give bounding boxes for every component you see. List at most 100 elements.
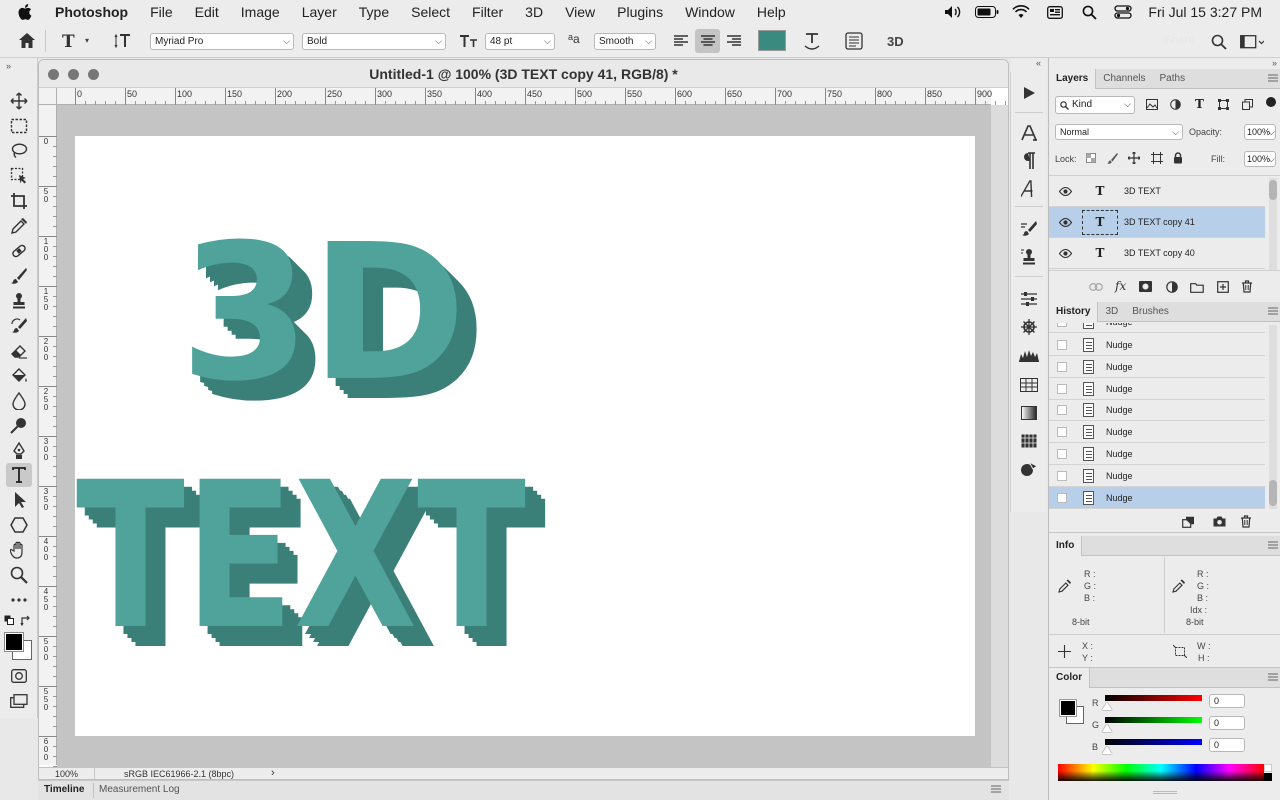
eye-icon[interactable] bbox=[1059, 218, 1072, 227]
keyboard-icon[interactable] bbox=[1038, 0, 1072, 24]
font-family-select[interactable]: Myriad Pro ⌵ bbox=[150, 33, 294, 50]
info-bit-depth[interactable]: 8-bit bbox=[1072, 617, 1090, 627]
glyphs-icon[interactable] bbox=[1018, 178, 1040, 200]
eyedropper-icon[interactable] bbox=[1058, 579, 1072, 593]
tab-channels[interactable]: Channels bbox=[1096, 69, 1152, 89]
link-layers-icon[interactable] bbox=[1089, 283, 1103, 291]
zoom-level[interactable]: 100% bbox=[55, 769, 78, 779]
app-menu[interactable]: Photoshop bbox=[43, 4, 139, 20]
color-spectrum-ramp[interactable] bbox=[1058, 764, 1264, 781]
panel-resize-grip[interactable] bbox=[1153, 791, 1177, 794]
scroll-thumb[interactable] bbox=[1269, 480, 1277, 506]
red-slider-handle[interactable] bbox=[1102, 702, 1112, 710]
default-colors-icon[interactable] bbox=[4, 615, 14, 625]
brush-settings-icon[interactable] bbox=[1018, 218, 1040, 240]
document-title-bar[interactable]: Untitled-1 @ 100% (3D TEXT copy 41, RGB/… bbox=[39, 60, 1008, 88]
menu-type[interactable]: Type bbox=[348, 4, 400, 20]
history-source-checkbox[interactable] bbox=[1057, 405, 1067, 415]
layer-style-icon[interactable]: fx bbox=[1115, 279, 1126, 293]
menu-filter[interactable]: Filter bbox=[461, 4, 514, 20]
tab-measurement-log[interactable]: Measurement Log bbox=[99, 784, 180, 795]
marquee-tool-icon[interactable] bbox=[6, 114, 32, 138]
menu-edit[interactable]: Edit bbox=[184, 4, 230, 20]
control-center-icon[interactable] bbox=[1106, 0, 1140, 24]
history-source-checkbox[interactable] bbox=[1057, 471, 1067, 481]
foreground-color-swatch[interactable] bbox=[4, 632, 24, 652]
histogram-icon[interactable] bbox=[1018, 344, 1040, 366]
collapse-icon[interactable]: « bbox=[1011, 58, 1047, 72]
green-slider-handle[interactable] bbox=[1102, 724, 1112, 732]
workspace-icon[interactable] bbox=[1240, 35, 1264, 49]
blend-mode-select[interactable]: Normal ⌵ bbox=[1055, 124, 1183, 140]
zoom-tool-icon[interactable] bbox=[6, 563, 32, 587]
battery-icon[interactable] bbox=[970, 0, 1004, 24]
panel-menu-icon[interactable] bbox=[1261, 673, 1278, 681]
menu-view[interactable]: View bbox=[554, 4, 606, 20]
history-step[interactable]: Nudge bbox=[1049, 465, 1265, 487]
text-orientation-icon[interactable] bbox=[114, 32, 134, 50]
layer-kind-filter[interactable]: Kind ⌵ bbox=[1055, 96, 1135, 114]
object-selection-tool-icon[interactable] bbox=[6, 164, 32, 188]
history-step[interactable]: Nudge bbox=[1049, 334, 1265, 356]
antialias-select[interactable]: Smooth ⌵ bbox=[594, 33, 656, 50]
history-source-checkbox[interactable] bbox=[1057, 384, 1067, 394]
brush-tool-icon[interactable] bbox=[6, 264, 32, 288]
panel-menu-icon[interactable] bbox=[1261, 74, 1278, 82]
menu-image[interactable]: Image bbox=[230, 4, 291, 20]
paragraph-icon[interactable] bbox=[1018, 150, 1040, 172]
share-button[interactable]: Share bbox=[1164, 34, 1195, 46]
lock-artboard-icon[interactable] bbox=[1151, 152, 1163, 164]
delete-layer-icon[interactable] bbox=[1241, 280, 1253, 293]
history-source-checkbox[interactable] bbox=[1057, 323, 1067, 327]
scroll-thumb[interactable] bbox=[1269, 180, 1277, 200]
eye-icon[interactable] bbox=[1059, 249, 1072, 258]
eyedropper-tool-icon[interactable] bbox=[6, 214, 32, 238]
align-left-icon[interactable] bbox=[673, 34, 689, 48]
type-tool-icon[interactable] bbox=[6, 463, 32, 487]
menu-3d[interactable]: 3D bbox=[514, 4, 554, 20]
quick-mask-icon[interactable] bbox=[6, 664, 32, 688]
menu-window[interactable]: Window bbox=[674, 4, 746, 20]
history-scrollbar[interactable] bbox=[1269, 325, 1277, 509]
search-icon[interactable] bbox=[1211, 34, 1227, 50]
lock-all-icon[interactable] bbox=[1173, 152, 1183, 164]
character-panel-icon[interactable] bbox=[845, 32, 863, 50]
status-menu-arrow-icon[interactable]: › bbox=[271, 767, 275, 779]
eyedropper-icon[interactable] bbox=[1172, 579, 1186, 593]
move-tool-icon[interactable] bbox=[6, 89, 32, 113]
wifi-icon[interactable] bbox=[1004, 0, 1038, 24]
filter-shape-icon[interactable] bbox=[1218, 99, 1229, 110]
crop-tool-icon[interactable] bbox=[6, 189, 32, 213]
delete-state-icon[interactable] bbox=[1240, 515, 1252, 528]
red-slider-track[interactable] bbox=[1105, 695, 1202, 701]
lasso-tool-icon[interactable] bbox=[6, 139, 32, 163]
volume-icon[interactable] bbox=[936, 0, 970, 24]
canvas[interactable]: 3D 3D 3D 3D 3D TEXT TEXT TEXT TEXT TEXT bbox=[75, 136, 975, 736]
history-step[interactable]: Nudge bbox=[1049, 443, 1265, 465]
green-slider-track[interactable] bbox=[1105, 717, 1202, 723]
history-source-checkbox[interactable] bbox=[1057, 449, 1067, 459]
tab-layers[interactable]: Layers bbox=[1049, 69, 1097, 89]
paint-bucket-tool-icon[interactable] bbox=[6, 364, 32, 388]
layers-scrollbar[interactable] bbox=[1269, 178, 1277, 270]
horizontal-ruler[interactable]: 0 50 100 150 200 250 300 350 400 450 500 550 600 650 7… bbox=[57, 88, 1006, 105]
navigator-icon[interactable] bbox=[1018, 316, 1040, 338]
menu-help[interactable]: Help bbox=[746, 4, 797, 20]
new-adjustment-icon[interactable] bbox=[1166, 281, 1178, 293]
filter-toggle[interactable] bbox=[1266, 97, 1276, 107]
eraser-tool-icon[interactable] bbox=[6, 339, 32, 363]
path-selection-tool-icon[interactable] bbox=[6, 488, 32, 512]
warp-text-icon[interactable] bbox=[803, 31, 821, 51]
panel-menu-icon[interactable] bbox=[991, 785, 1001, 793]
dodge-tool-icon[interactable] bbox=[6, 414, 32, 438]
red-value-input[interactable]: 0 bbox=[1209, 694, 1245, 708]
filter-pixel-icon[interactable] bbox=[1146, 99, 1158, 110]
panel-menu-icon[interactable] bbox=[1261, 541, 1278, 549]
foreground-color-swatch[interactable] bbox=[1059, 699, 1077, 717]
blue-slider-handle[interactable] bbox=[1102, 746, 1112, 754]
tab-info[interactable]: Info bbox=[1049, 536, 1083, 556]
history-step-current[interactable]: Nudge bbox=[1049, 487, 1265, 509]
filter-adjustment-icon[interactable] bbox=[1170, 99, 1181, 110]
chevron-down-icon[interactable]: ▾ bbox=[85, 36, 89, 45]
actions-play-icon[interactable] bbox=[1018, 82, 1040, 104]
